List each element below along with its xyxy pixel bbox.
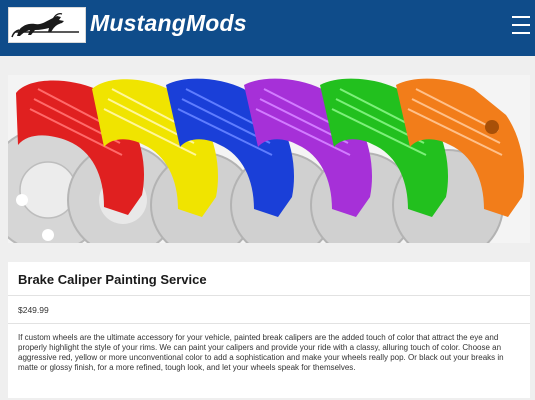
product-card: Brake Caliper Painting Service $249.99 I… — [8, 262, 530, 398]
site-header: MustangMods — [0, 0, 535, 56]
product-title: Brake Caliper Painting Service — [18, 272, 207, 287]
divider — [8, 323, 530, 324]
site-brand[interactable]: MustangMods — [90, 10, 247, 37]
product-description: If custom wheels are the ultimate access… — [18, 333, 504, 372]
mustang-pony-logo-icon — [11, 13, 79, 38]
menu-button[interactable] — [511, 14, 533, 38]
menu-line — [512, 32, 530, 34]
logo[interactable] — [8, 7, 86, 43]
divider — [8, 295, 530, 296]
product-banner-image — [8, 75, 530, 243]
menu-line — [512, 16, 530, 18]
menu-line — [512, 24, 530, 26]
brake-calipers-image — [8, 75, 530, 243]
product-price: $249.99 — [18, 305, 49, 315]
